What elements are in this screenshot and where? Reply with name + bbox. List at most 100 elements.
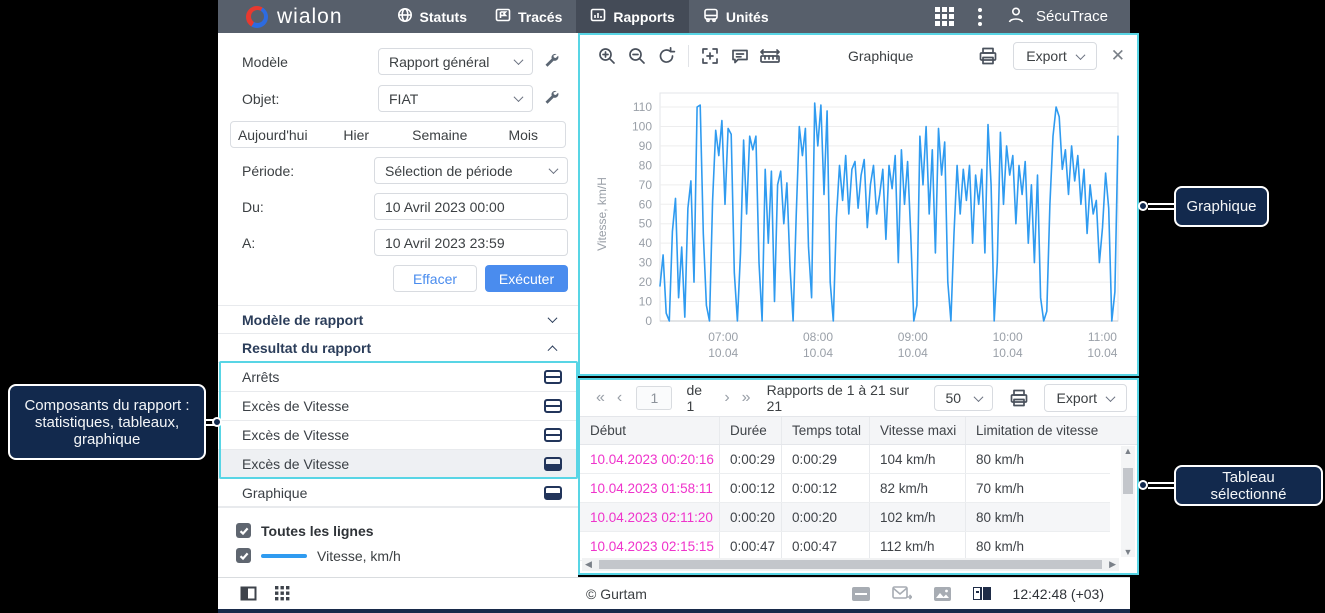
user-icon bbox=[1006, 5, 1026, 29]
column-header[interactable]: Temps total bbox=[782, 417, 870, 444]
zoom-out-icon[interactable] bbox=[622, 41, 652, 71]
table-print-icon[interactable] bbox=[1005, 383, 1034, 413]
grid-view-icon[interactable] bbox=[275, 586, 290, 601]
reset-zoom-icon[interactable] bbox=[652, 41, 682, 71]
top-navbar: wialon Statuts Tracés Rapports Unités bbox=[218, 0, 1130, 33]
report-item-exces-2[interactable]: Excès de Vitesse bbox=[218, 420, 578, 449]
object-settings-wrench-icon[interactable] bbox=[543, 89, 561, 107]
wialon-logo[interactable]: wialon bbox=[246, 5, 343, 29]
range-today-button[interactable]: Aujourd'hui bbox=[231, 122, 315, 147]
tab-unites[interactable]: Unités bbox=[689, 0, 783, 33]
svg-text:40: 40 bbox=[639, 236, 653, 250]
crop-zoom-icon[interactable] bbox=[695, 41, 725, 71]
table-row[interactable]: 10.04.2023 00:20:160:00:290:00:29104 km/… bbox=[580, 445, 1110, 474]
messages-icon[interactable] bbox=[852, 587, 870, 601]
more-menu-icon[interactable] bbox=[978, 8, 982, 26]
column-header[interactable]: Début bbox=[580, 417, 720, 444]
svg-text:10.04: 10.04 bbox=[1087, 346, 1117, 360]
column-header[interactable]: Vitesse maxi bbox=[870, 417, 966, 444]
svg-text:100: 100 bbox=[632, 119, 652, 133]
zoom-in-icon[interactable] bbox=[592, 41, 622, 71]
ruler-icon[interactable] bbox=[755, 41, 785, 71]
table-row[interactable]: 10.04.2023 01:58:110:00:120:00:1282 km/h… bbox=[580, 474, 1110, 503]
panel-layout-icon[interactable] bbox=[973, 587, 991, 600]
tab-label: Statuts bbox=[420, 9, 467, 25]
svg-text:10.04: 10.04 bbox=[803, 346, 833, 360]
close-icon[interactable]: ✕ bbox=[1111, 46, 1125, 66]
page-input[interactable]: 1 bbox=[636, 386, 672, 410]
quick-range-bar: Aujourd'hui Hier Semaine Mois bbox=[230, 121, 566, 148]
to-date-input[interactable]: 10 Avril 2023 23:59 bbox=[374, 229, 568, 256]
object-select[interactable]: FIAT bbox=[378, 85, 533, 112]
report-item-exces-1[interactable]: Excès de Vitesse bbox=[218, 391, 578, 420]
vertical-scrollbar[interactable]: ▲ ▼ bbox=[1121, 446, 1135, 557]
last-page-icon[interactable]: » bbox=[736, 389, 757, 407]
page-size-select[interactable]: 50 bbox=[934, 385, 993, 411]
clear-button[interactable]: Effacer bbox=[393, 265, 477, 292]
horizontal-scrollbar[interactable]: ◀ ▶ bbox=[582, 558, 1119, 571]
globe-icon bbox=[397, 7, 413, 26]
report-item-label: Excès de Vitesse bbox=[242, 427, 349, 443]
model-select[interactable]: Rapport général bbox=[378, 48, 533, 75]
bus-icon bbox=[703, 7, 719, 26]
scroll-down-icon[interactable]: ▼ bbox=[1121, 547, 1136, 557]
svg-text:90: 90 bbox=[639, 139, 653, 153]
section-report-template[interactable]: Modèle de rapport bbox=[218, 305, 578, 333]
section-report-result[interactable]: Resultat du rapport bbox=[218, 333, 578, 361]
user-name: SécuTrace bbox=[1036, 8, 1108, 25]
range-week-button[interactable]: Semaine bbox=[398, 122, 482, 147]
vscroll-thumb[interactable] bbox=[1123, 468, 1133, 494]
print-icon[interactable] bbox=[973, 41, 1003, 71]
period-select[interactable]: Sélection de période bbox=[374, 157, 568, 184]
tooltip-icon[interactable] bbox=[725, 41, 755, 71]
hscroll-thumb[interactable] bbox=[599, 560, 1102, 569]
all-lines-checkbox[interactable] bbox=[236, 523, 251, 538]
svg-text:10.04: 10.04 bbox=[898, 346, 928, 360]
speed-chart[interactable]: 010203040506070809010011007:0010.0408:00… bbox=[590, 81, 1131, 371]
user-menu[interactable]: SécuTrace bbox=[1006, 5, 1108, 29]
report-icon bbox=[590, 7, 606, 26]
callout-connector bbox=[1148, 203, 1174, 210]
apps-grid-icon[interactable] bbox=[935, 7, 954, 26]
next-page-icon[interactable]: › bbox=[718, 389, 735, 407]
table-row[interactable]: 10.04.2023 02:15:150:00:470:00:47112 km/… bbox=[580, 532, 1110, 561]
table-cell: 0:00:47 bbox=[782, 532, 870, 560]
mail-icon[interactable] bbox=[892, 586, 912, 601]
prev-page-icon[interactable]: ‹ bbox=[611, 389, 628, 407]
scroll-right-icon[interactable]: ▶ bbox=[1106, 559, 1119, 570]
first-page-icon[interactable]: « bbox=[590, 389, 611, 407]
column-header[interactable]: Durée bbox=[720, 417, 782, 444]
table-header: DébutDuréeTemps totalVitesse maxiLimitat… bbox=[580, 416, 1137, 445]
column-header[interactable]: Limitation de vitesse bbox=[966, 417, 1110, 444]
bottom-edge bbox=[218, 609, 1130, 613]
table-body: 10.04.2023 00:20:160:00:290:00:29104 km/… bbox=[580, 445, 1110, 561]
speed-series-checkbox[interactable] bbox=[236, 548, 251, 563]
tab-statuts[interactable]: Statuts bbox=[383, 0, 481, 33]
copyright-text: © Gurtam bbox=[586, 586, 647, 602]
report-item-graphique[interactable]: Graphique bbox=[218, 478, 578, 507]
tab-label: Unités bbox=[726, 9, 769, 25]
callout-node bbox=[212, 417, 222, 427]
toggle-sidebar-icon[interactable] bbox=[240, 586, 257, 601]
image-icon[interactable] bbox=[934, 587, 951, 601]
report-item-exces-3-selected[interactable]: Excès de Vitesse bbox=[218, 449, 578, 478]
from-date-input[interactable]: 10 Avril 2023 00:00 bbox=[374, 193, 568, 220]
chart-toolbar: Graphique Export ✕ bbox=[580, 35, 1137, 77]
tab-rapports[interactable]: Rapports bbox=[576, 0, 688, 33]
range-yesterday-button[interactable]: Hier bbox=[315, 122, 399, 147]
scroll-up-icon[interactable]: ▲ bbox=[1121, 446, 1136, 456]
scroll-left-icon[interactable]: ◀ bbox=[582, 559, 595, 570]
report-item-label: Excès de Vitesse bbox=[242, 398, 349, 414]
svg-text:20: 20 bbox=[639, 275, 653, 289]
chart-export-button[interactable]: Export bbox=[1013, 42, 1096, 70]
report-item-arrets[interactable]: Arrêts bbox=[218, 362, 578, 391]
table-cell: 112 km/h bbox=[870, 532, 966, 560]
table-row[interactable]: 10.04.2023 02:11:200:00:200:00:20102 km/… bbox=[580, 503, 1110, 532]
execute-button[interactable]: Exécuter bbox=[485, 265, 568, 292]
range-month-button[interactable]: Mois bbox=[482, 122, 566, 147]
callout-graphique: Graphique bbox=[1174, 186, 1269, 227]
model-settings-wrench-icon[interactable] bbox=[543, 52, 561, 70]
tab-traces[interactable]: Tracés bbox=[481, 0, 576, 33]
table-cell: 82 km/h bbox=[870, 474, 966, 502]
table-export-button[interactable]: Export bbox=[1044, 384, 1127, 412]
